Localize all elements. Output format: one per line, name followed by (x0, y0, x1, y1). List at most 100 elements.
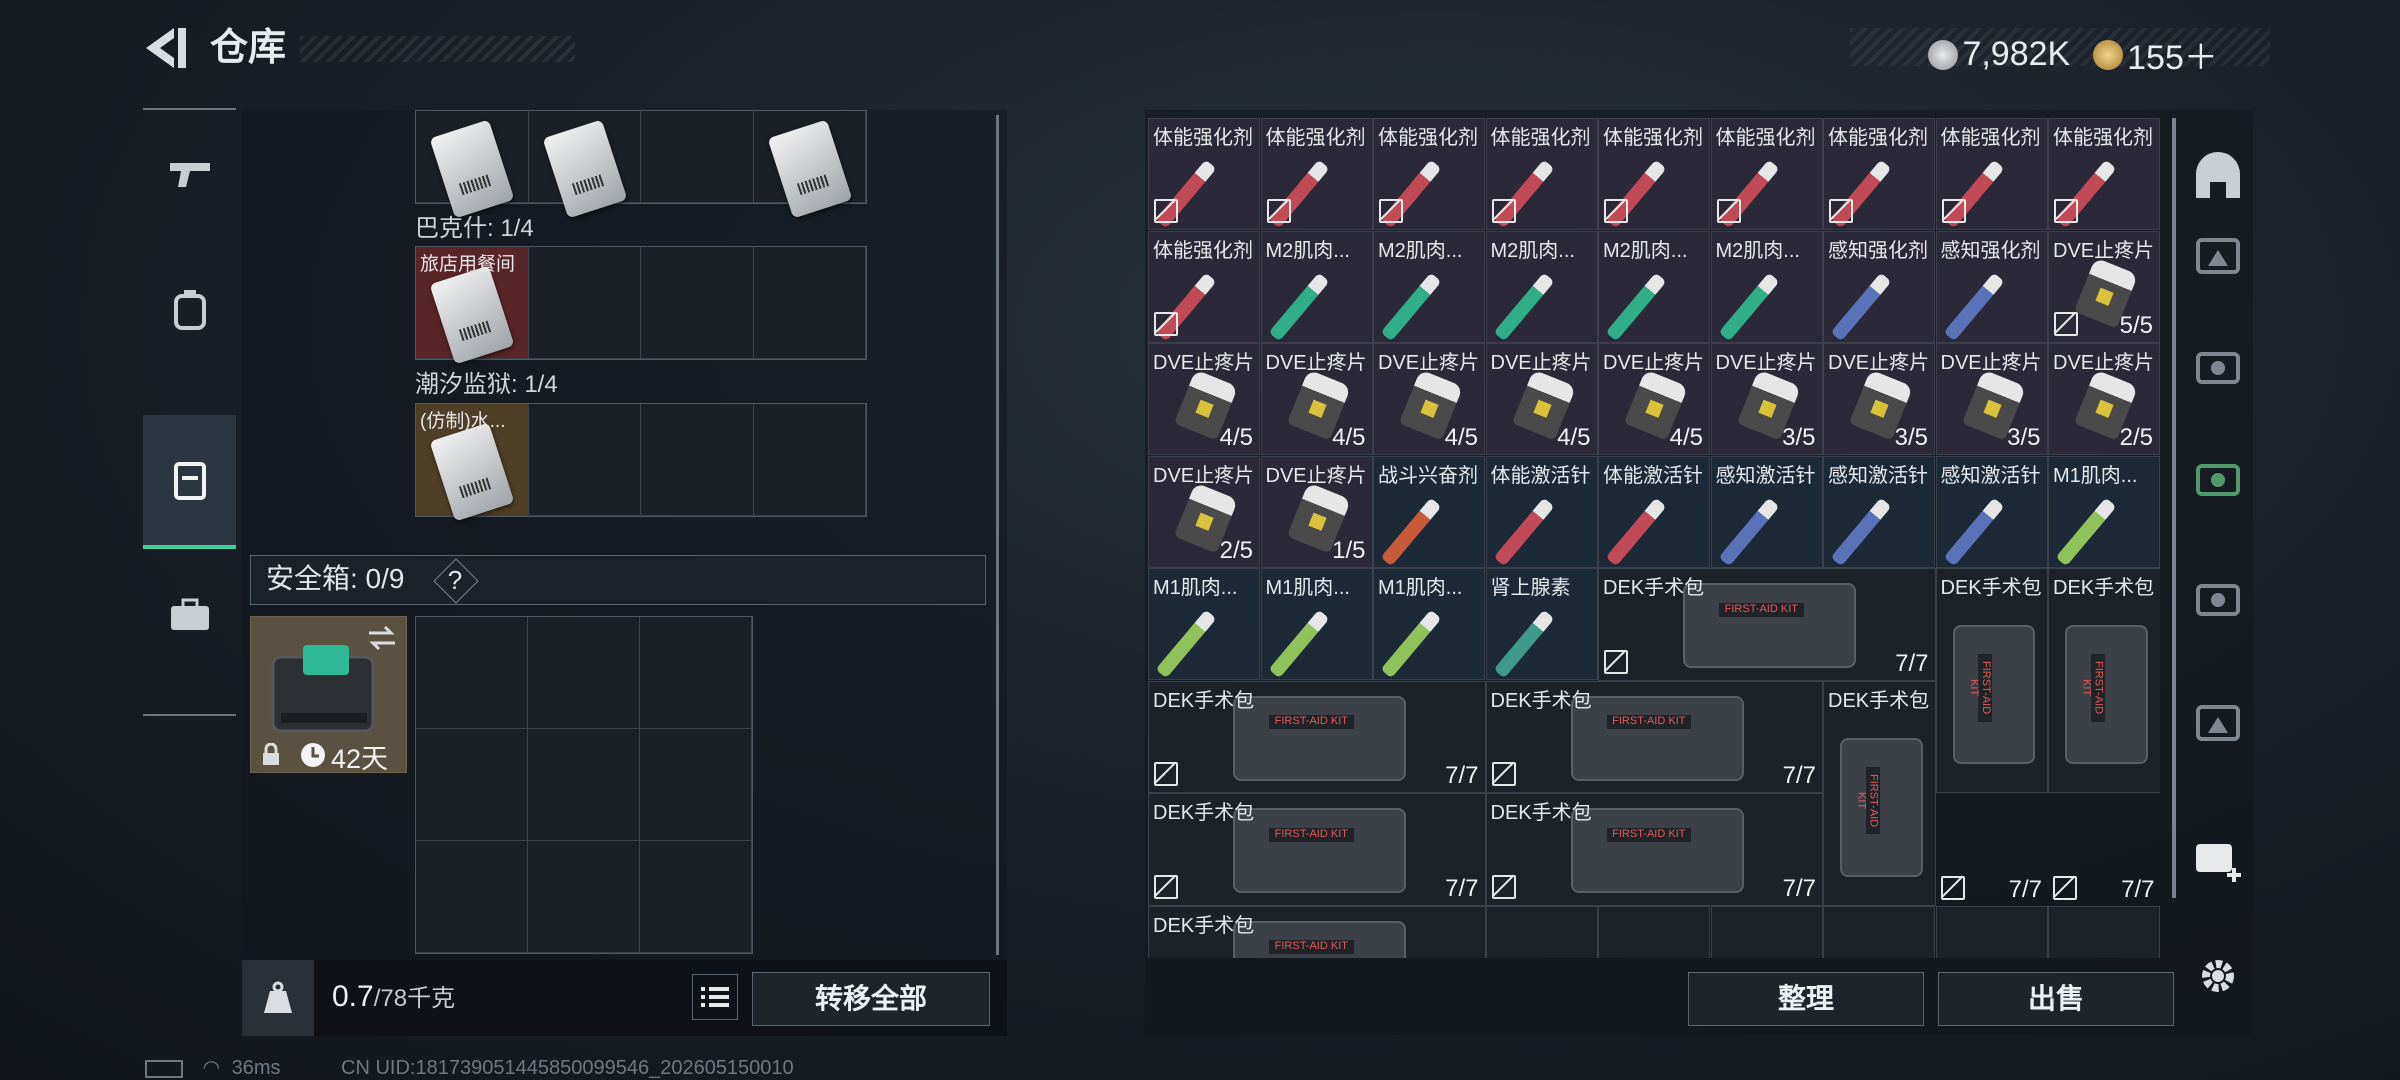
inventory-item[interactable]: 感知强化剂 (1823, 230, 1935, 343)
inventory-item[interactable]: 体能强化剂 (1148, 230, 1260, 343)
empty-slot[interactable] (640, 841, 752, 953)
list-view-button[interactable] (692, 974, 738, 1020)
inventory-item[interactable]: DVE止疼片 3/5 (1823, 343, 1935, 455)
rig-iv-icon[interactable] (2190, 568, 2246, 624)
medkit-item[interactable]: FIRST-AID KIT DEK手术包 7/7 (1148, 680, 1486, 793)
empty-slot[interactable] (1935, 905, 2048, 958)
empty-slot[interactable] (528, 617, 640, 729)
inventory-item[interactable]: M2肌肉... (1260, 230, 1373, 343)
inventory-item[interactable]: 体能强化剂 (1935, 118, 2048, 230)
medkit-item[interactable]: FIRST-AID KIT DEK手术包 7/7 (1485, 793, 1823, 906)
empty-slot[interactable] (416, 617, 528, 729)
backpack-iii-icon[interactable] (2190, 693, 2246, 749)
inventory-item[interactable]: 体能强化剂 (1373, 118, 1485, 230)
inventory-item[interactable]: M2肌肉... (1710, 230, 1823, 343)
empty-slot[interactable] (641, 404, 754, 516)
inventory-item[interactable]: 体能激活针 (1598, 455, 1710, 568)
nav-container[interactable] (143, 415, 236, 549)
medkit-item[interactable]: FIRST-AID KIT DEK手术包 7/7 (1148, 793, 1486, 906)
inventory-item[interactable]: 感知激活针 (1935, 455, 2048, 568)
empty-slot[interactable] (1823, 905, 1935, 958)
inventory-item[interactable]: DVE止疼片 4/5 (1598, 343, 1710, 455)
inventory-item[interactable]: DVE止疼片 4/5 (1485, 343, 1598, 455)
swap-icon[interactable] (365, 623, 399, 653)
inventory-item[interactable]: 感知激活针 (1710, 455, 1823, 568)
inventory-item[interactable]: DVE止疼片 1/5 (1260, 455, 1373, 568)
medkit-add-icon[interactable] (2190, 828, 2246, 884)
inventory-item[interactable]: DVE止疼片 4/5 (1260, 343, 1373, 455)
inventory-item[interactable]: DVE止疼片 4/5 (1373, 343, 1485, 455)
empty-slot[interactable] (640, 617, 752, 729)
empty-slot[interactable] (528, 247, 641, 359)
keycard-item[interactable] (416, 111, 529, 219)
inventory-item[interactable]: 感知激活针 (1823, 455, 1935, 568)
inventory-item[interactable]: M2肌肉... (1598, 230, 1710, 343)
empty-slot[interactable] (528, 841, 640, 953)
safe-box-item[interactable]: 42天 (250, 616, 407, 774)
inventory-item[interactable]: M2肌肉... (1373, 230, 1485, 343)
inventory-item[interactable]: 体能强化剂 (2048, 118, 2160, 230)
inventory-item[interactable]: 战斗兴奋剂 (1373, 455, 1485, 568)
transfer-all-button[interactable]: 转移全部 (752, 972, 990, 1026)
nav-weapons[interactable] (143, 110, 236, 240)
inventory-item[interactable]: M1肌肉... (1148, 568, 1260, 680)
no-insure-flag-icon (2054, 311, 2078, 336)
inventory-item[interactable]: 体能强化剂 (1260, 118, 1373, 230)
inventory-item[interactable]: 肾上腺素 (1485, 568, 1598, 680)
armor-iv-icon[interactable] (2190, 336, 2246, 392)
inventory-item[interactable]: DVE止疼片 5/5 (2048, 230, 2160, 343)
nav-backpack[interactable] (143, 245, 236, 375)
syringe-red-icon (1493, 497, 1554, 566)
inventory-item[interactable]: 体能强化剂 (1823, 118, 1935, 230)
helmet-icon[interactable] (2190, 148, 2246, 204)
empty-slot[interactable] (641, 247, 754, 359)
item-name: (仿制)水... (420, 411, 506, 432)
inventory-item[interactable]: 体能强化剂 (1485, 118, 1598, 230)
inventory-item[interactable]: M1肌肉... (2048, 455, 2160, 568)
empty-slot[interactable] (1485, 905, 1598, 958)
sort-button[interactable]: 整理 (1688, 972, 1924, 1026)
empty-slot[interactable] (1598, 905, 1710, 958)
empty-slot[interactable] (528, 404, 641, 516)
inventory-item[interactable]: 体能强化剂 (1598, 118, 1710, 230)
medkit-item[interactable]: FIRST-AID KIT DEK手术包 7/7 (1598, 568, 1936, 681)
empty-slot[interactable] (416, 841, 528, 953)
keycard-item[interactable] (528, 111, 641, 219)
inventory-item[interactable]: M2肌肉... (1485, 230, 1598, 343)
medkit-item[interactable]: FIRST-AID KIT DEK手术包 (1148, 905, 1486, 958)
inventory-item[interactable]: M1肌肉... (1260, 568, 1373, 680)
inventory-item[interactable]: DVE止疼片 2/5 (1148, 455, 1260, 568)
armor-v-icon[interactable] (2190, 448, 2246, 504)
left-scrollbar[interactable] (996, 115, 999, 955)
empty-slot[interactable] (528, 729, 640, 841)
inventory-item[interactable]: 体能强化剂 (1710, 118, 1823, 230)
inventory-item[interactable]: 体能激活针 (1485, 455, 1598, 568)
inventory-item[interactable]: 感知强化剂 (1935, 230, 2048, 343)
back-button[interactable] (140, 22, 200, 74)
inventory-item[interactable]: DVE止疼片 4/5 (1148, 343, 1260, 455)
nav-briefcase[interactable] (143, 550, 236, 680)
inventory-scrollbar[interactable] (2172, 118, 2176, 898)
inventory-item[interactable]: DVE止疼片 3/5 (1710, 343, 1823, 455)
medkit-item[interactable]: FIRST-AID KIT DEK手术包 (1823, 680, 1936, 906)
medkit-item[interactable]: FIRST-AID KIT DEK手术包 7/7 (1485, 680, 1823, 793)
keycard-item[interactable]: (仿制)水... (416, 404, 529, 522)
inventory-item[interactable]: M1肌肉... (1373, 568, 1485, 680)
empty-slot[interactable] (641, 111, 754, 203)
inventory-item[interactable]: 体能强化剂 (1148, 118, 1260, 230)
inventory-item[interactable]: DVE止疼片 3/5 (1935, 343, 2048, 455)
empty-slot[interactable] (753, 404, 866, 516)
inventory-item[interactable]: DVE止疼片 2/5 (2048, 343, 2160, 455)
armor-tier-icon[interactable] (2190, 226, 2246, 282)
empty-slot[interactable] (753, 247, 866, 359)
sell-button[interactable]: 出售 (1938, 972, 2174, 1026)
empty-slot[interactable] (640, 729, 752, 841)
empty-slot[interactable] (2048, 905, 2160, 958)
keycard-item[interactable]: 旅店用餐间 (416, 247, 529, 365)
empty-slot[interactable] (1710, 905, 1823, 958)
medkit-item[interactable]: FIRST-AID KIT DEK手术包 (1935, 568, 2048, 793)
keycard-item[interactable] (753, 111, 866, 219)
settings-gear-icon[interactable] (2190, 948, 2246, 1004)
empty-slot[interactable] (416, 729, 528, 841)
medkit-item[interactable]: FIRST-AID KIT DEK手术包 (2048, 568, 2160, 793)
